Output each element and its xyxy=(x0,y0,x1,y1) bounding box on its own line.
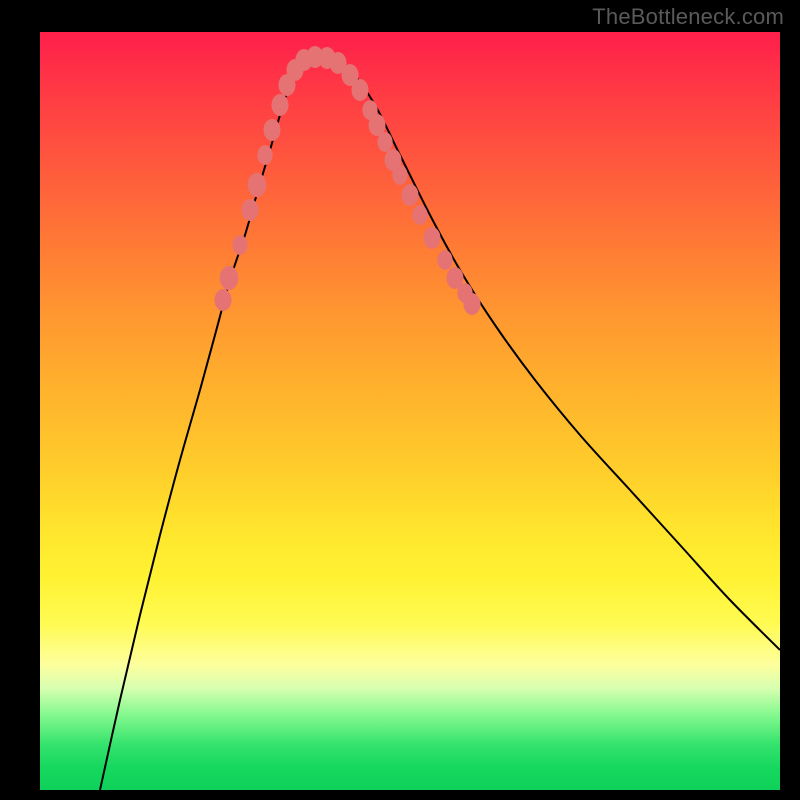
highlight-dot xyxy=(392,165,407,185)
highlight-dot xyxy=(464,293,481,315)
highlight-dots xyxy=(40,32,780,790)
plot-area xyxy=(40,32,780,790)
highlight-dot xyxy=(424,227,441,249)
highlight-dot xyxy=(248,173,267,197)
watermark-text: TheBottleneck.com xyxy=(592,4,784,30)
highlight-dot xyxy=(412,205,427,225)
highlight-dot xyxy=(402,184,419,206)
highlight-dot xyxy=(352,79,369,101)
highlight-dot xyxy=(232,235,247,255)
highlight-dot xyxy=(215,289,232,311)
highlight-dot xyxy=(377,132,392,152)
highlight-dot xyxy=(220,266,239,290)
highlight-dot xyxy=(257,145,272,165)
highlight-dot xyxy=(272,94,289,116)
highlight-dot xyxy=(264,119,281,141)
chart-frame: TheBottleneck.com xyxy=(0,0,800,800)
highlight-dot xyxy=(437,250,452,270)
highlight-dot xyxy=(242,199,259,221)
